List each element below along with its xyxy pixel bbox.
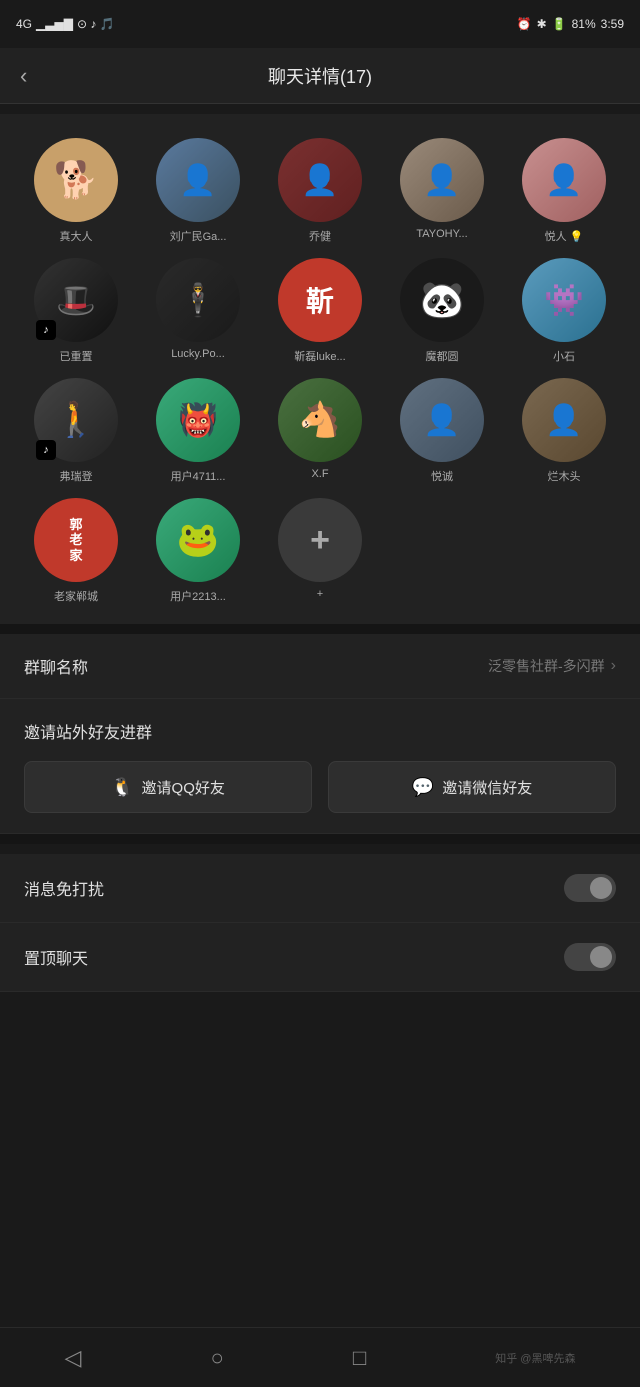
member-item[interactable]: 🐼魔都圆 <box>386 258 498 364</box>
member-name: TAYOHY... <box>400 228 484 240</box>
toggle-section: 消息免打扰 置顶聊天 <box>0 854 640 992</box>
member-item[interactable]: 靳靳磊luke... <box>264 258 376 364</box>
clock: 3:59 <box>601 17 624 31</box>
member-item[interactable]: 👤乔健 <box>264 138 376 244</box>
group-name-value: 泛零售社群-多闪群 › <box>488 656 616 676</box>
bottom-nav: ◁ ○ □ 知乎 @黑啤先森 <box>0 1327 640 1387</box>
invite-title: 邀请站外好友进群 <box>24 719 616 743</box>
zhihu-credit: 知乎 @黑啤先森 <box>495 1350 575 1366</box>
member-name: 悦诚 <box>400 468 484 484</box>
member-item[interactable]: 👾小石 <box>508 258 620 364</box>
member-item[interactable]: 🐸用户2213... <box>142 498 254 604</box>
invite-wechat-label: 邀请微信好友 <box>442 777 532 798</box>
member-item[interactable]: 👤刘广民Ga... <box>142 138 254 244</box>
wechat-icon: 💬 <box>412 777 434 798</box>
invite-wechat-button[interactable]: 💬 邀请微信好友 <box>328 761 616 813</box>
page-title: 聊天详情(17) <box>268 63 372 89</box>
member-name: 真大人 <box>34 228 118 244</box>
back-button[interactable]: ‹ <box>20 63 27 89</box>
top-chat-toggle[interactable] <box>564 943 616 971</box>
signal-icon: 4G <box>16 17 32 31</box>
member-name: 靳磊luke... <box>278 348 362 364</box>
dnd-row: 消息免打扰 <box>0 854 640 923</box>
member-name: 悦人 💡 <box>522 228 606 244</box>
member-name: 刘广民Ga... <box>156 228 240 244</box>
member-name: 魔都圆 <box>400 348 484 364</box>
member-item[interactable]: 👤悦诚 <box>386 378 498 484</box>
member-name: + <box>278 588 362 600</box>
divider-2 <box>0 834 640 844</box>
dnd-label: 消息免打扰 <box>24 876 104 900</box>
wifi-bars: ▁▃▅▇ <box>36 17 73 31</box>
group-name-label: 群聊名称 <box>24 654 88 678</box>
battery-icon: 🔋 <box>552 17 567 31</box>
member-item[interactable]: 🐕真大人 <box>20 138 132 244</box>
member-name: 烂木头 <box>522 468 606 484</box>
extra-icons: ⊙ ♪ 🎵 <box>77 17 115 31</box>
member-name: X.F <box>278 468 362 480</box>
nav-recent-button[interactable]: □ <box>353 1345 366 1371</box>
member-name: 弗瑞登 <box>34 468 118 484</box>
nav-back-button[interactable]: ◁ <box>65 1345 82 1371</box>
qq-icon: 🐧 <box>111 777 133 798</box>
member-name: Lucky.Po... <box>156 348 240 360</box>
member-name: 用户2213... <box>156 588 240 604</box>
status-right: ⏰ ✱ 🔋 81% 3:59 <box>517 17 624 31</box>
nav-home-button[interactable]: ○ <box>211 1345 224 1371</box>
members-section: 🐕真大人👤刘广民Ga...👤乔健👤TAYOHY...👤悦人 💡 🎩♪已重置🕴Luc… <box>0 114 640 624</box>
alarm-icon: ⏰ <box>517 17 532 31</box>
invite-section: 邀请站外好友进群 🐧 邀请QQ好友 💬 邀请微信好友 <box>0 699 640 834</box>
status-bar: 4G ▁▃▅▇ ⊙ ♪ 🎵 ⏰ ✱ 🔋 81% 3:59 <box>0 0 640 48</box>
members-grid: 🐕真大人👤刘广民Ga...👤乔健👤TAYOHY...👤悦人 💡 🎩♪已重置🕴Luc… <box>20 138 620 604</box>
member-item[interactable]: 👤烂木头 <box>508 378 620 484</box>
invite-buttons: 🐧 邀请QQ好友 💬 邀请微信好友 <box>24 761 616 813</box>
settings-section: 群聊名称 泛零售社群-多闪群 › 邀请站外好友进群 🐧 邀请QQ好友 💬 邀请微… <box>0 634 640 834</box>
member-item[interactable]: 👤TAYOHY... <box>386 138 498 244</box>
header: ‹ 聊天详情(17) <box>0 48 640 104</box>
member-name: 老家郸城 <box>34 588 118 604</box>
member-item[interactable]: 👤悦人 💡 <box>508 138 620 244</box>
invite-qq-label: 邀请QQ好友 <box>142 777 225 798</box>
battery-percent: 81% <box>572 17 596 31</box>
dnd-toggle[interactable] <box>564 874 616 902</box>
member-item[interactable]: 👹用户4711... <box>142 378 254 484</box>
member-item[interactable]: 🎩♪已重置 <box>20 258 132 364</box>
invite-qq-button[interactable]: 🐧 邀请QQ好友 <box>24 761 312 813</box>
status-left: 4G ▁▃▅▇ ⊙ ♪ 🎵 <box>16 17 115 31</box>
group-name-row[interactable]: 群聊名称 泛零售社群-多闪群 › <box>0 634 640 699</box>
member-item[interactable]: 🚶♪弗瑞登 <box>20 378 132 484</box>
member-item[interactable]: 郭老家老家郸城 <box>20 498 132 604</box>
member-name: 已重置 <box>34 348 118 364</box>
member-item[interactable]: ++ <box>264 498 376 604</box>
member-name: 用户4711... <box>156 468 240 484</box>
member-name: 乔健 <box>278 228 362 244</box>
member-item[interactable]: 🕴Lucky.Po... <box>142 258 254 364</box>
member-name: 小石 <box>522 348 606 364</box>
top-chat-row: 置顶聊天 <box>0 923 640 992</box>
top-chat-label: 置顶聊天 <box>24 945 88 969</box>
member-item[interactable]: 🐴X.F <box>264 378 376 484</box>
chevron-right-icon: › <box>611 657 616 675</box>
divider-1 <box>0 624 640 634</box>
bluetooth-icon: ✱ <box>537 17 547 31</box>
